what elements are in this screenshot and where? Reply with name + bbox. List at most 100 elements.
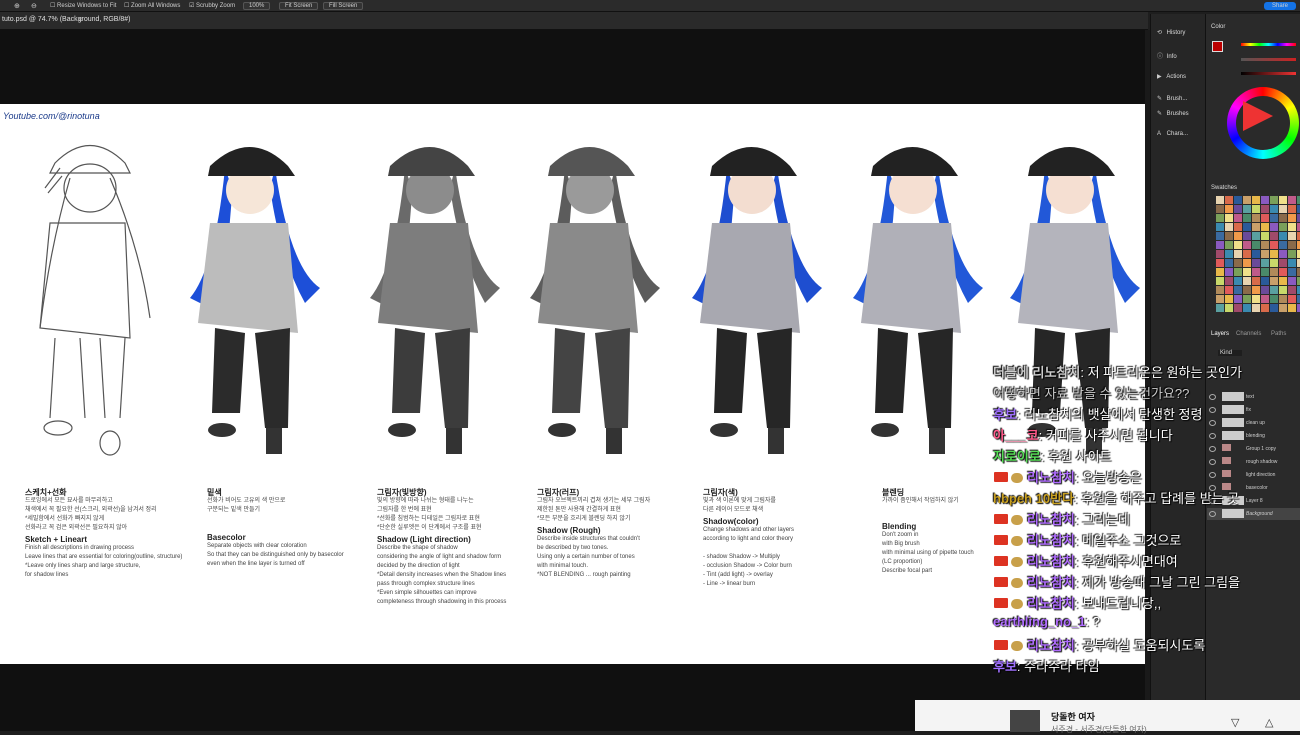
zoom-in-icon[interactable]: ⊕ bbox=[14, 2, 20, 10]
color-swatch[interactable] bbox=[1216, 250, 1224, 258]
layer-row[interactable]: fix bbox=[1207, 404, 1300, 416]
chat-username[interactable]: 더블에 리노참치 bbox=[993, 365, 1080, 380]
color-swatch[interactable] bbox=[1234, 250, 1242, 258]
color-swatch[interactable] bbox=[1252, 277, 1260, 285]
color-swatch[interactable] bbox=[1216, 232, 1224, 240]
visibility-eye-icon[interactable] bbox=[1209, 394, 1216, 400]
layer-row[interactable]: light direction bbox=[1207, 469, 1300, 481]
share-button[interactable]: Share bbox=[1263, 2, 1296, 10]
color-swatch[interactable] bbox=[1243, 223, 1251, 231]
color-swatch[interactable] bbox=[1288, 241, 1296, 249]
color-swatch[interactable] bbox=[1234, 277, 1242, 285]
swatches-grid[interactable] bbox=[1216, 196, 1300, 314]
color-swatch[interactable] bbox=[1216, 286, 1224, 294]
character-panel-button[interactable]: A Chara... bbox=[1157, 131, 1188, 137]
chat-username[interactable]: 리노참치 bbox=[1027, 470, 1075, 485]
color-swatch[interactable] bbox=[1243, 304, 1251, 312]
visibility-eye-icon[interactable] bbox=[1209, 511, 1216, 517]
chat-username[interactable]: 리노참치 bbox=[1027, 596, 1075, 611]
color-swatch[interactable] bbox=[1252, 232, 1260, 240]
color-swatch[interactable] bbox=[1270, 277, 1278, 285]
color-swatch[interactable] bbox=[1243, 241, 1251, 249]
color-swatch[interactable] bbox=[1288, 205, 1296, 213]
layer-kind-filter[interactable]: Kind bbox=[1218, 350, 1243, 356]
color-swatch[interactable] bbox=[1279, 232, 1287, 240]
color-swatch[interactable] bbox=[1252, 304, 1260, 312]
color-swatch[interactable] bbox=[1279, 259, 1287, 267]
color-swatch[interactable] bbox=[1252, 295, 1260, 303]
color-swatch[interactable] bbox=[1279, 295, 1287, 303]
layer-row[interactable]: Group 1 copy bbox=[1207, 443, 1300, 455]
color-swatch[interactable] bbox=[1252, 241, 1260, 249]
color-swatch[interactable] bbox=[1234, 232, 1242, 240]
color-triangle[interactable] bbox=[1243, 101, 1273, 131]
color-swatch[interactable] bbox=[1279, 304, 1287, 312]
color-swatch[interactable] bbox=[1243, 277, 1251, 285]
layer-row[interactable]: clean up bbox=[1207, 417, 1300, 429]
color-swatch[interactable] bbox=[1234, 223, 1242, 231]
color-swatch[interactable] bbox=[1216, 223, 1224, 231]
color-swatch[interactable] bbox=[1279, 214, 1287, 222]
color-swatch[interactable] bbox=[1261, 223, 1269, 231]
color-swatch[interactable] bbox=[1234, 286, 1242, 294]
color-swatch[interactable] bbox=[1279, 277, 1287, 285]
color-swatch[interactable] bbox=[1216, 205, 1224, 213]
color-swatch[interactable] bbox=[1288, 295, 1296, 303]
color-swatch[interactable] bbox=[1288, 196, 1296, 204]
color-swatch[interactable] bbox=[1234, 304, 1242, 312]
color-swatch[interactable] bbox=[1288, 286, 1296, 294]
color-swatch[interactable] bbox=[1279, 196, 1287, 204]
color-swatch[interactable] bbox=[1243, 205, 1251, 213]
color-swatch[interactable] bbox=[1234, 259, 1242, 267]
visibility-eye-icon[interactable] bbox=[1209, 420, 1216, 426]
color-swatch[interactable] bbox=[1252, 268, 1260, 276]
scrubby-zoom-checkbox[interactable]: ☑ Scrubby Zoom bbox=[189, 2, 235, 9]
color-swatch[interactable] bbox=[1270, 214, 1278, 222]
zoom-out-icon[interactable]: ⊖ bbox=[31, 2, 37, 10]
color-swatch[interactable] bbox=[1270, 232, 1278, 240]
color-swatch[interactable] bbox=[1216, 277, 1224, 285]
color-swatch[interactable] bbox=[1270, 304, 1278, 312]
color-swatch[interactable] bbox=[1270, 241, 1278, 249]
color-swatch[interactable] bbox=[1216, 268, 1224, 276]
layer-row[interactable]: Background bbox=[1207, 508, 1300, 520]
fit-screen-button[interactable]: Fit Screen bbox=[279, 2, 319, 10]
color-swatch[interactable] bbox=[1270, 295, 1278, 303]
color-swatch[interactable] bbox=[1225, 214, 1233, 222]
color-swatch[interactable] bbox=[1225, 205, 1233, 213]
color-swatch[interactable] bbox=[1225, 268, 1233, 276]
color-swatch[interactable] bbox=[1243, 286, 1251, 294]
color-swatch[interactable] bbox=[1252, 223, 1260, 231]
color-swatch[interactable] bbox=[1279, 286, 1287, 294]
layer-row[interactable]: text bbox=[1207, 391, 1300, 403]
color-swatch[interactable] bbox=[1261, 205, 1269, 213]
color-wheel[interactable] bbox=[1227, 87, 1299, 159]
swatches-panel-title[interactable]: Swatches bbox=[1211, 185, 1237, 191]
color-swatch[interactable] bbox=[1261, 250, 1269, 258]
actions-panel-button[interactable]: ▶ Actions bbox=[1157, 73, 1186, 80]
color-swatch[interactable] bbox=[1288, 250, 1296, 258]
color-swatch[interactable] bbox=[1288, 268, 1296, 276]
zoom-100-button[interactable]: 100% bbox=[243, 2, 271, 10]
color-swatch[interactable] bbox=[1279, 205, 1287, 213]
chat-username[interactable]: 리노참치 bbox=[1027, 575, 1075, 590]
color-swatch[interactable] bbox=[1234, 268, 1242, 276]
layer-row[interactable]: blending bbox=[1207, 430, 1300, 442]
color-swatch[interactable] bbox=[1225, 259, 1233, 267]
close-tab-icon[interactable]: × bbox=[78, 15, 83, 24]
color-swatch[interactable] bbox=[1234, 205, 1242, 213]
color-swatch[interactable] bbox=[1234, 196, 1242, 204]
visibility-eye-icon[interactable] bbox=[1209, 446, 1216, 452]
color-swatch[interactable] bbox=[1216, 259, 1224, 267]
brightness-slider[interactable] bbox=[1241, 72, 1296, 75]
color-swatch[interactable] bbox=[1270, 286, 1278, 294]
resize-windows-checkbox[interactable]: ☐ Resize Windows to Fit bbox=[50, 2, 116, 9]
color-swatch[interactable] bbox=[1243, 259, 1251, 267]
chat-username[interactable]: 후보 bbox=[993, 659, 1017, 674]
color-swatch[interactable] bbox=[1225, 277, 1233, 285]
chat-username[interactable]: 리노참치 bbox=[1027, 554, 1075, 569]
color-swatch[interactable] bbox=[1261, 304, 1269, 312]
color-swatch[interactable] bbox=[1261, 196, 1269, 204]
color-swatch[interactable] bbox=[1243, 295, 1251, 303]
color-swatch[interactable] bbox=[1261, 214, 1269, 222]
